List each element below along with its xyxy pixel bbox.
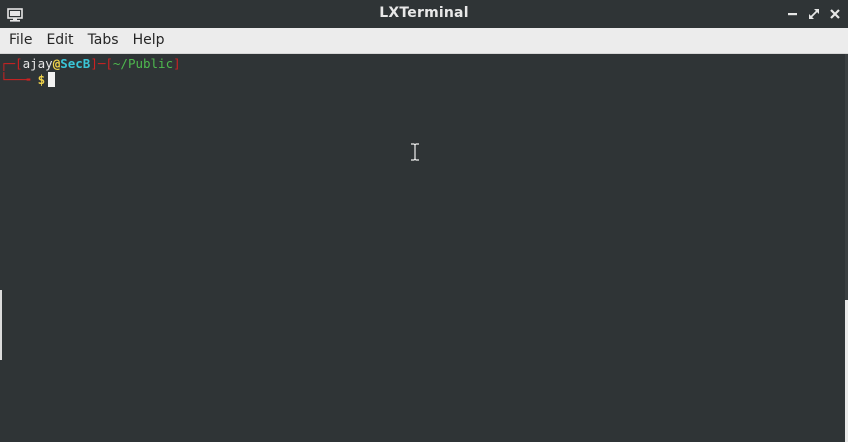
prompt-user: ajay <box>22 56 53 71</box>
terminal-window: LXTerminal File Edit Tabs Help ┌─[ajay@S… <box>0 0 848 442</box>
prompt-line-1: ┌─[ajay@SecB]─[~/Public] <box>0 56 181 72</box>
window-title: LXTerminal <box>379 5 469 21</box>
maximize-icon[interactable] <box>805 6 822 22</box>
menu-tabs[interactable]: Tabs <box>81 28 126 53</box>
left-edge-highlight <box>0 290 2 360</box>
prompt-corner-top: ┌─[ <box>0 56 23 71</box>
menu-file[interactable]: File <box>0 28 39 53</box>
minimize-icon[interactable] <box>784 6 801 22</box>
prompt-line-2: └──╼ $ <box>0 72 56 88</box>
prompt-host: SecB <box>60 56 91 71</box>
close-icon[interactable] <box>826 6 843 22</box>
title-bar[interactable]: LXTerminal <box>0 0 848 28</box>
terminal-area[interactable]: ┌─[ajay@SecB]─[~/Public] └──╼ $ <box>0 54 846 442</box>
prompt-path: ~/Public <box>112 56 174 71</box>
prompt-separator: ]─[ <box>90 56 113 71</box>
menu-help[interactable]: Help <box>126 28 172 53</box>
prompt-bracket-close: ] <box>173 56 181 71</box>
text-cursor <box>48 72 56 87</box>
window-controls <box>784 6 843 22</box>
prompt-symbol: $ <box>37 72 46 87</box>
prompt-corner-bottom: └──╼ <box>0 72 38 87</box>
menu-edit[interactable]: Edit <box>39 28 80 53</box>
menu-bar: File Edit Tabs Help <box>0 28 848 54</box>
ibeam-cursor-icon <box>410 143 420 161</box>
